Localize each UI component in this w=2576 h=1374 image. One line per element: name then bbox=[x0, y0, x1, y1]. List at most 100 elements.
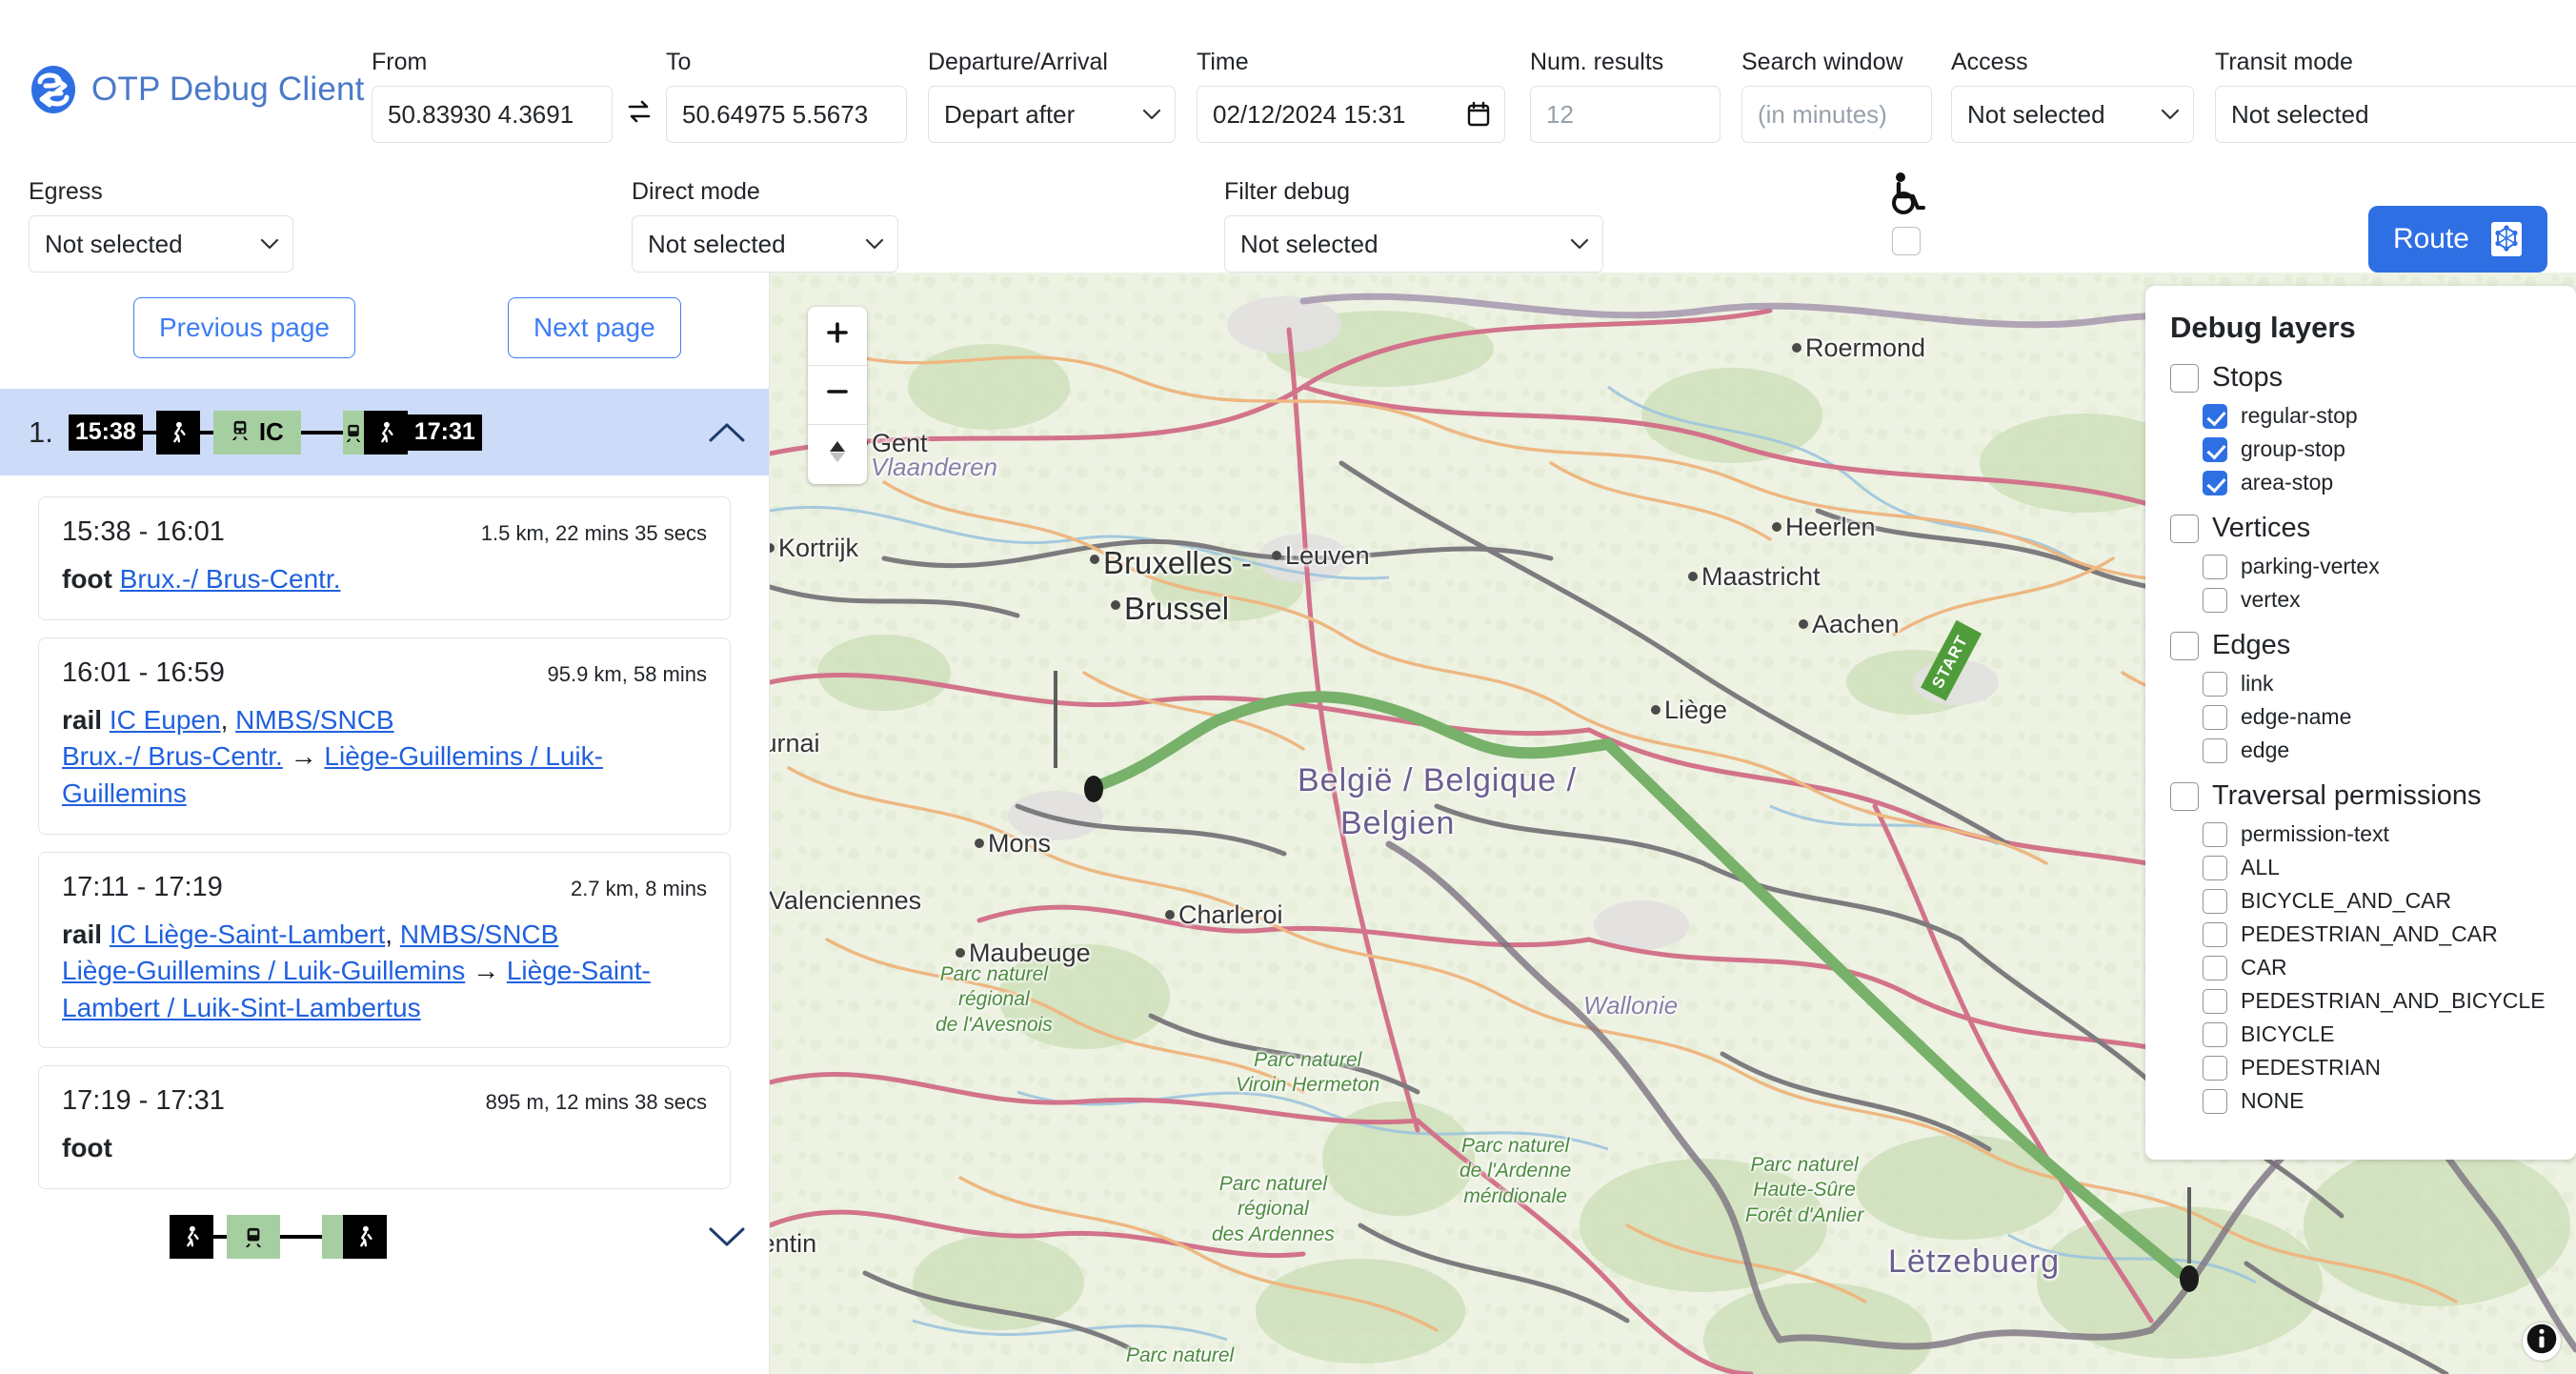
chevron-down-icon bbox=[1570, 238, 1589, 250]
app-brand: OTP Debug Client bbox=[29, 65, 372, 143]
leg-mode: rail bbox=[62, 704, 103, 735]
departure-arrival-field: Departure/Arrival Depart after bbox=[928, 49, 1176, 143]
debug-layer-item[interactable]: NONE bbox=[2203, 1088, 2551, 1114]
checkbox[interactable] bbox=[2203, 403, 2227, 429]
debug-layer-group-toggle[interactable]: Vertices bbox=[2170, 513, 2551, 544]
leg-time: 16:01 - 16:59 bbox=[62, 657, 225, 688]
chevron-down-icon[interactable] bbox=[708, 1225, 746, 1248]
leg-from-stop-link[interactable]: Liège-Guillemins / Luik-Guillemins bbox=[62, 956, 465, 985]
debug-layer-item[interactable]: edge bbox=[2203, 738, 2551, 763]
debug-layer-item[interactable]: PEDESTRIAN bbox=[2203, 1055, 2551, 1081]
debug-layer-item[interactable]: edge-name bbox=[2203, 704, 2551, 730]
checkbox[interactable] bbox=[2203, 955, 2227, 980]
access-select[interactable]: Not selected bbox=[1951, 86, 2194, 143]
debug-layer-item[interactable]: link bbox=[2203, 671, 2551, 697]
transit-mode-input[interactable]: Not selected bbox=[2215, 86, 2576, 143]
checkbox[interactable] bbox=[2203, 436, 2227, 462]
debug-layer-item[interactable]: vertex bbox=[2203, 587, 2551, 613]
to-input[interactable]: 50.64975 5.5673 bbox=[666, 86, 907, 143]
itinerary-index: 1. bbox=[29, 414, 53, 449]
leg-link[interactable]: Brux.-/ Brus-Centr. bbox=[120, 564, 341, 594]
map-view[interactable]: START END bbox=[770, 273, 2576, 1374]
debug-layer-item[interactable]: BICYCLE_AND_CAR bbox=[2203, 888, 2551, 914]
arrow-right-icon: → bbox=[473, 956, 500, 986]
checkbox[interactable] bbox=[2170, 781, 2199, 811]
egress-select[interactable]: Not selected bbox=[29, 215, 293, 273]
zoom-in-button[interactable] bbox=[808, 307, 867, 366]
time-input[interactable]: 02/12/2024 15:31 bbox=[1197, 86, 1505, 143]
debug-layer-item[interactable]: CAR bbox=[2203, 955, 2551, 980]
debug-layer-item-label: NONE bbox=[2241, 1088, 2304, 1113]
map-attribution-button[interactable] bbox=[2523, 1323, 2561, 1361]
debug-layer-item[interactable]: permission-text bbox=[2203, 821, 2551, 847]
checkbox[interactable] bbox=[2203, 1088, 2227, 1114]
num-results-input[interactable]: 12 bbox=[1530, 86, 1721, 143]
swap-from-to-button[interactable] bbox=[613, 86, 666, 143]
checkbox[interactable] bbox=[2203, 821, 2227, 847]
checkbox[interactable] bbox=[2203, 921, 2227, 947]
checkbox[interactable] bbox=[2203, 1021, 2227, 1047]
leg-time: 17:19 - 17:31 bbox=[62, 1085, 225, 1117]
time-value: 02/12/2024 15:31 bbox=[1213, 99, 1406, 129]
ribbon-connector bbox=[199, 430, 213, 434]
debug-layer-group-toggle[interactable]: Edges bbox=[2170, 630, 2551, 661]
checkbox[interactable] bbox=[2170, 363, 2199, 393]
debug-layer-item-label: permission-text bbox=[2241, 821, 2389, 846]
leg-agency-link[interactable]: NMBS/SNCB bbox=[400, 919, 558, 949]
compass-button[interactable] bbox=[808, 425, 867, 484]
search-window-input[interactable]: (in minutes) bbox=[1741, 86, 1932, 143]
previous-page-button[interactable]: Previous page bbox=[133, 297, 356, 358]
from-input[interactable]: 50.83930 4.3691 bbox=[372, 86, 613, 143]
leg-distance: 1.5 km, 22 mins 35 secs bbox=[480, 521, 707, 545]
chevron-up-icon[interactable] bbox=[708, 421, 746, 444]
checkbox[interactable] bbox=[2203, 554, 2227, 579]
itinerary-summary-row[interactable]: 1. 15:38 IC 17:31 bbox=[0, 389, 769, 475]
route-button-label: Route bbox=[2392, 223, 2469, 254]
leg-from-stop-link[interactable]: Brux.-/ Brus-Centr. bbox=[62, 741, 283, 771]
checkbox[interactable] bbox=[2203, 671, 2227, 697]
debug-layer-item[interactable]: BICYCLE bbox=[2203, 1021, 2551, 1047]
direct-mode-select[interactable]: Not selected bbox=[632, 215, 898, 273]
debug-layers-title: Debug layers bbox=[2170, 311, 2356, 344]
departure-arrival-select[interactable]: Depart after bbox=[928, 86, 1176, 143]
leg-route-link[interactable]: IC Liège-Saint-Lambert bbox=[110, 919, 385, 949]
map-city-dot bbox=[1651, 705, 1660, 715]
debug-layer-item[interactable]: ALL bbox=[2203, 855, 2551, 880]
ribbon-connector bbox=[213, 1235, 227, 1239]
time-field: Time 02/12/2024 15:31 bbox=[1197, 48, 1505, 143]
filter-debug-select[interactable]: Not selected bbox=[1224, 215, 1603, 273]
to-field: To 50.64975 5.5673 bbox=[666, 49, 907, 143]
debug-layer-item[interactable]: regular-stop bbox=[2203, 403, 2551, 429]
calendar-icon[interactable] bbox=[1466, 101, 1491, 128]
itinerary-summary-row-next[interactable] bbox=[0, 1206, 769, 1267]
checkbox[interactable] bbox=[2170, 514, 2199, 543]
debug-layer-group-toggle[interactable]: Traversal permissions bbox=[2170, 780, 2551, 812]
map-city-dot bbox=[1799, 619, 1808, 629]
debug-layer-children: link edge-name edge bbox=[2203, 671, 2551, 763]
zoom-out-button[interactable] bbox=[808, 366, 867, 425]
debug-layer-item[interactable]: area-stop bbox=[2203, 470, 2551, 495]
departure-arrival-value: Depart after bbox=[944, 99, 1076, 129]
debug-layer-item[interactable]: PEDESTRIAN_AND_CAR bbox=[2203, 921, 2551, 947]
next-page-button[interactable]: Next page bbox=[508, 297, 681, 358]
debug-layer-item[interactable]: PEDESTRIAN_AND_BICYCLE bbox=[2203, 988, 2551, 1014]
debug-layer-item[interactable]: group-stop bbox=[2203, 436, 2551, 462]
checkbox[interactable] bbox=[2203, 888, 2227, 914]
checkbox[interactable] bbox=[2203, 738, 2227, 763]
checkbox[interactable] bbox=[2170, 631, 2199, 660]
checkbox[interactable] bbox=[2203, 587, 2227, 613]
leg-header: 15:38 - 16:01 1.5 km, 22 mins 35 secs bbox=[62, 516, 707, 548]
leg-route-link[interactable]: IC Eupen bbox=[110, 705, 221, 735]
leg-agency-link[interactable]: NMBS/SNCB bbox=[235, 705, 393, 735]
wheelchair-checkbox[interactable] bbox=[1892, 227, 1921, 255]
checkbox[interactable] bbox=[2203, 470, 2227, 495]
debug-layer-group-toggle[interactable]: Stops bbox=[2170, 362, 2551, 394]
checkbox[interactable] bbox=[2203, 1055, 2227, 1081]
transit-mode-label: Transit mode bbox=[2215, 48, 2353, 75]
checkbox[interactable] bbox=[2203, 988, 2227, 1014]
checkbox[interactable] bbox=[2203, 855, 2227, 880]
route-button[interactable]: Route bbox=[2367, 206, 2547, 273]
debug-layer-item[interactable]: parking-vertex bbox=[2203, 554, 2551, 579]
checkbox[interactable] bbox=[2203, 704, 2227, 730]
time-label: Time bbox=[1197, 48, 1249, 75]
